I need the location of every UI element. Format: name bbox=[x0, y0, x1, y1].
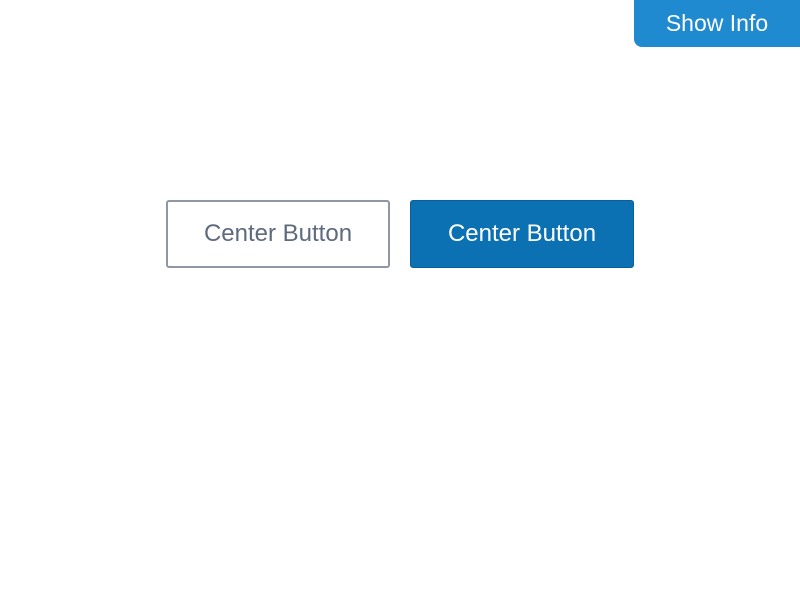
page: Show Info Center Button Center Button bbox=[0, 0, 800, 600]
center-button-primary[interactable]: Center Button bbox=[410, 200, 634, 268]
center-button-secondary[interactable]: Center Button bbox=[166, 200, 390, 268]
show-info-button[interactable]: Show Info bbox=[634, 0, 800, 47]
center-button-group: Center Button Center Button bbox=[166, 200, 634, 268]
